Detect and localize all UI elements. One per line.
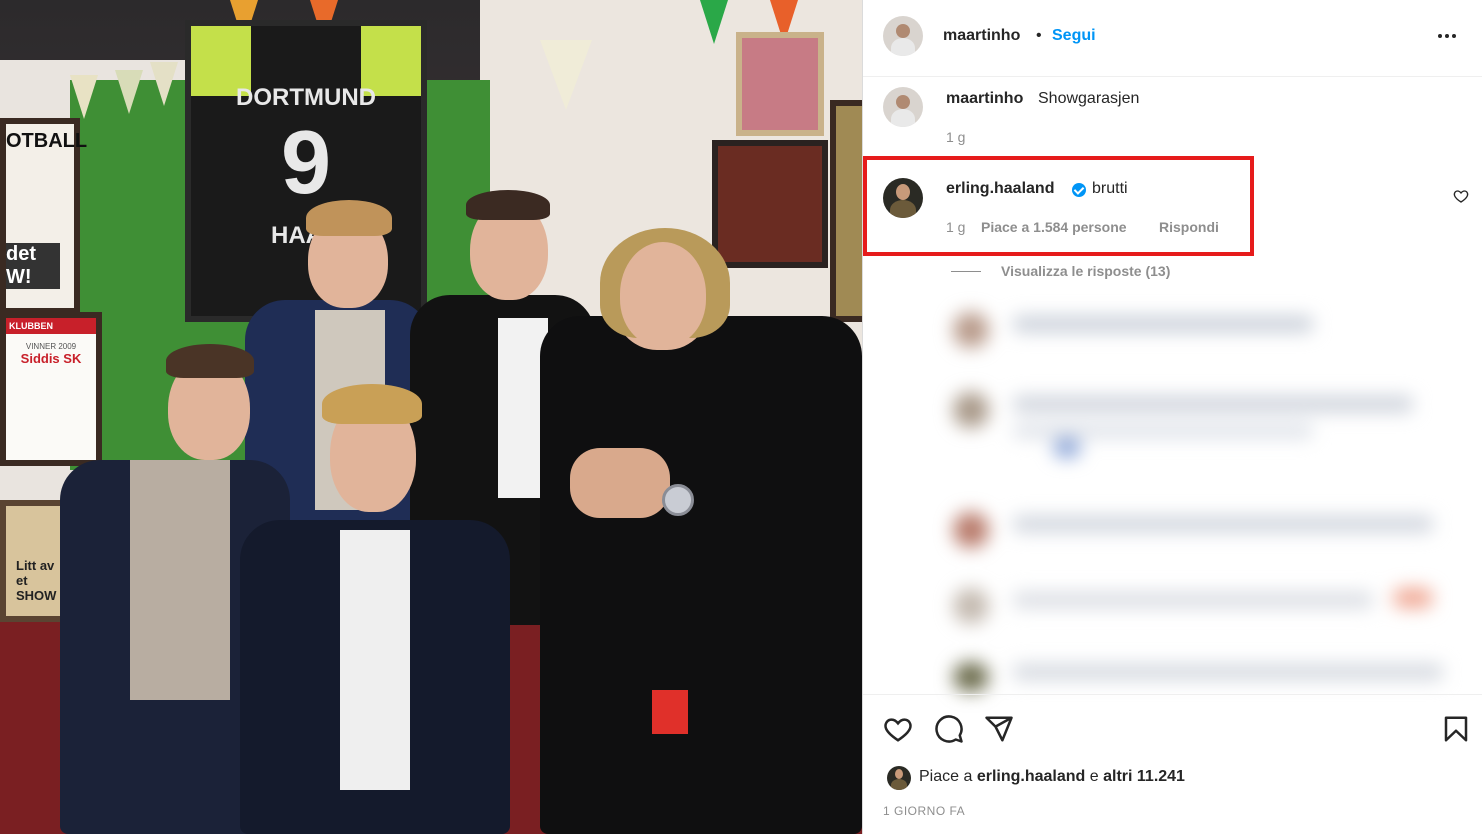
bunting-flag — [115, 70, 143, 114]
post-photo[interactable]: DORTMUND 9 HAAL OTBALL det W! KLUBBEN VI… — [0, 0, 862, 834]
person-shirt — [130, 460, 230, 700]
framed-certificate: KLUBBEN VINNER 2009 Siddis SK — [0, 312, 102, 466]
framed-mirror — [712, 140, 828, 268]
certificate-sub: VINNER 2009 — [25, 342, 77, 351]
jersey-number: 9 — [280, 113, 332, 213]
post-timestamp[interactable]: 1 GIORNO FA — [883, 804, 965, 818]
author-username[interactable]: maartinho — [943, 27, 1020, 45]
heart-icon[interactable] — [883, 714, 913, 744]
comment-avatar[interactable] — [883, 178, 923, 218]
bookmark-icon[interactable] — [1441, 714, 1471, 744]
newspaper-headline: OTBALL — [6, 130, 88, 152]
more-icon[interactable] — [1435, 28, 1459, 44]
person-shirt — [340, 530, 410, 790]
view-replies-button[interactable]: Visualizza le risposte (13) — [1001, 263, 1170, 279]
likes-others[interactable]: altri 11.241 — [1103, 768, 1185, 785]
post-header: maartinho • Segui — [863, 0, 1482, 77]
blurred-comments — [923, 292, 1482, 692]
bunting-flag — [700, 0, 728, 44]
follow-button[interactable]: Segui — [1052, 27, 1096, 45]
poster-text: det W! — [6, 243, 61, 289]
jersey-name: DORTMUND — [236, 84, 376, 111]
person-hair — [306, 200, 392, 236]
certificate-club: KLUBBEN — [6, 318, 96, 334]
person-hair — [166, 344, 254, 378]
likes-prefix: Piace a — [919, 768, 973, 785]
post-side-panel: maartinho • Segui maartinho Showgarasjen… — [862, 0, 1482, 834]
caption-avatar[interactable] — [883, 87, 923, 127]
verified-icon — [1072, 183, 1086, 197]
likes-user[interactable]: erling.haaland — [977, 768, 1085, 785]
comment-username[interactable]: erling.haaland — [946, 180, 1054, 198]
likes-avatar[interactable] — [887, 766, 911, 790]
person-hair — [322, 384, 422, 424]
person-hair — [466, 190, 550, 220]
person-face — [620, 242, 706, 346]
clasped-hands — [570, 448, 670, 518]
comment-text: brutti — [1092, 180, 1128, 197]
framed-edge — [830, 100, 862, 322]
bunting-flag — [70, 75, 98, 119]
likes-mid: e — [1089, 768, 1099, 785]
bunting-flag — [150, 62, 178, 106]
show-sign-text: Litt av et SHOW — [16, 558, 57, 603]
framed-newspaper: OTBALL det W! — [0, 118, 88, 314]
caption-time[interactable]: 1 g — [946, 129, 965, 145]
comment-icon[interactable] — [934, 714, 964, 744]
share-icon[interactable] — [984, 714, 1014, 744]
comment-highlight-box — [863, 156, 1254, 256]
author-avatar[interactable] — [883, 16, 923, 56]
person-body — [540, 316, 862, 834]
bunting-flag — [540, 40, 592, 110]
caption-text: Showgarasjen — [1038, 90, 1140, 107]
likes-summary[interactable]: Piace a erling.haaland e altri 11.241 — [919, 768, 1185, 786]
replies-divider — [951, 271, 981, 272]
comment-likes[interactable]: Piace a 1.584 persone — [981, 219, 1127, 235]
certificate-title: Siddis SK — [20, 351, 82, 366]
framed-jersey: DORTMUND 9 HAAL — [185, 20, 427, 322]
caption-username[interactable]: maartinho — [946, 90, 1023, 108]
comment-time[interactable]: 1 g — [946, 219, 965, 235]
red-object — [652, 690, 688, 734]
separator-dot: • — [1036, 27, 1042, 44]
comment-like-icon[interactable] — [1453, 188, 1469, 204]
framed-picture — [736, 32, 824, 136]
reply-button[interactable]: Rispondi — [1159, 219, 1219, 235]
wristwatch — [662, 484, 694, 516]
